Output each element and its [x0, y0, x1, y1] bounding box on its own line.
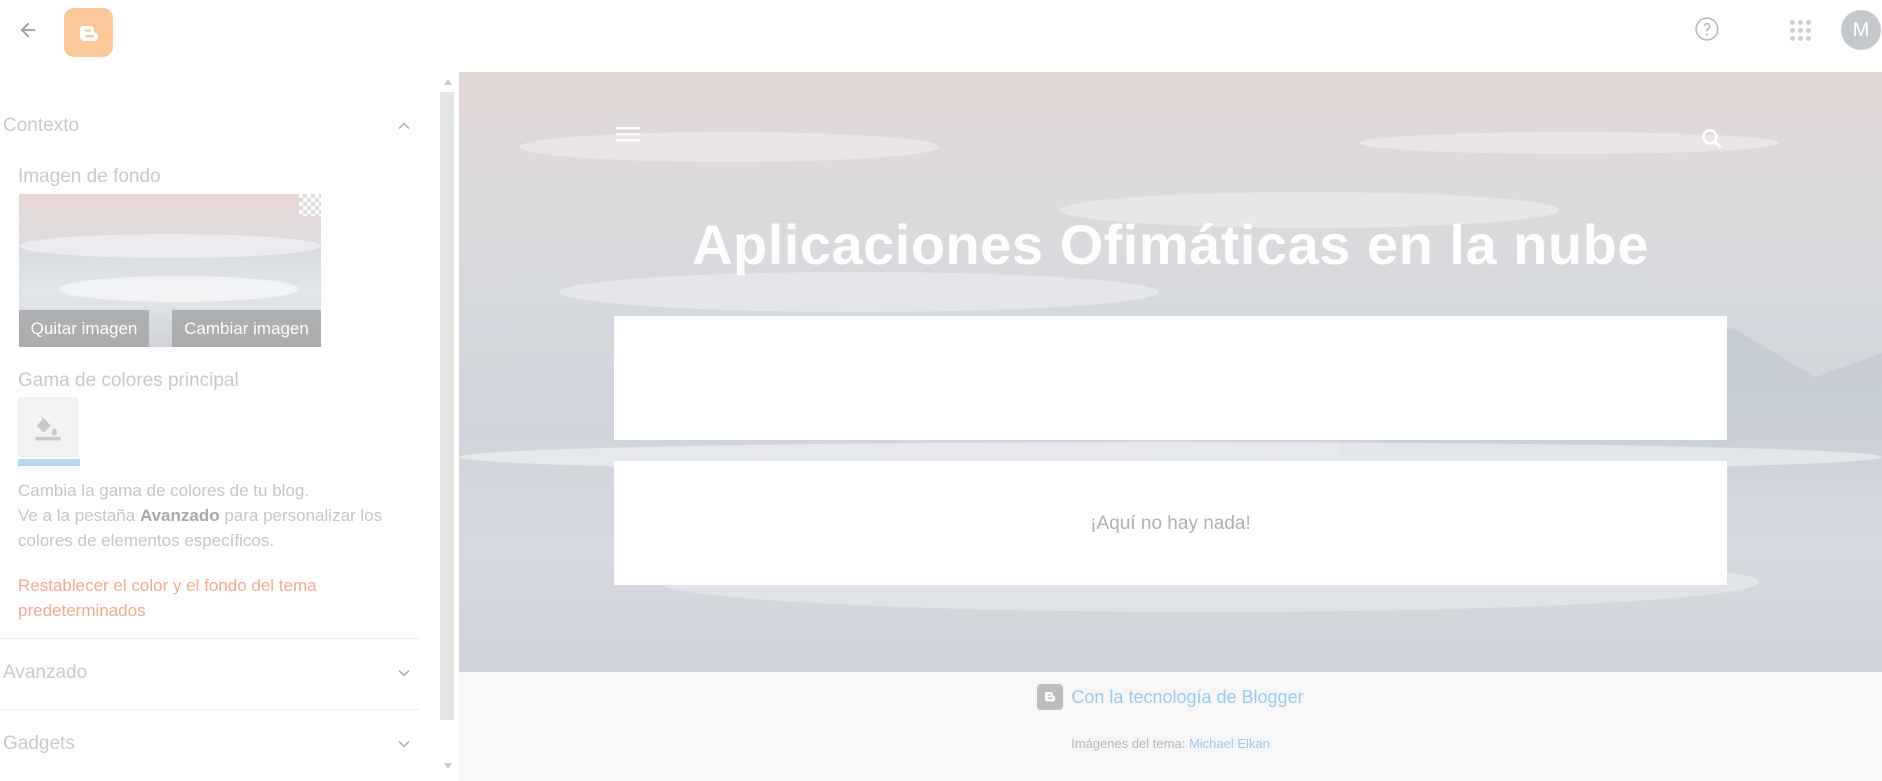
credit-prefix: Imágenes del tema: — [1071, 736, 1186, 751]
powered-by-blogger: Con la tecnología de Blogger — [459, 684, 1882, 710]
top-bar: M — [0, 0, 1882, 72]
blogger-logo-icon[interactable] — [64, 8, 113, 57]
chevron-down-icon — [394, 663, 414, 683]
background-image-label: Imagen de fondo — [18, 166, 161, 187]
content-card — [614, 316, 1727, 440]
color-scheme-swatch[interactable] — [18, 397, 78, 457]
section-divider — [0, 638, 420, 639]
sidebar-scrollbar[interactable] — [438, 72, 458, 781]
remove-image-button[interactable]: Quitar imagen — [19, 310, 149, 347]
color-scheme-indicator — [18, 459, 80, 466]
change-image-button[interactable]: Cambiar imagen — [172, 310, 321, 347]
hamburger-menu-icon[interactable] — [614, 120, 642, 148]
scroll-down-arrow-icon[interactable] — [442, 760, 454, 772]
section-gadgets-title: Gadgets — [3, 733, 75, 754]
powered-by-link[interactable]: Con la tecnología de Blogger — [1071, 687, 1303, 708]
credit-author-link[interactable]: Michael Elkan — [1189, 736, 1270, 751]
theme-image-credit: Imágenes del tema: Michael Elkan — [459, 736, 1882, 751]
search-icon[interactable] — [1697, 124, 1727, 154]
scrollbar-thumb[interactable] — [440, 92, 454, 720]
section-gadgets-header[interactable]: Gadgets — [0, 724, 420, 764]
scroll-up-arrow-icon[interactable] — [442, 76, 454, 88]
avatar[interactable]: M — [1841, 10, 1881, 50]
empty-posts-card: ¡Aquí no hay nada! — [614, 461, 1727, 585]
section-divider — [0, 709, 420, 710]
paint-bucket-icon — [35, 415, 61, 441]
help-line-1: Cambia la gama de colores de tu blog. — [18, 481, 310, 500]
transparency-checker-icon — [299, 194, 321, 216]
theme-settings-sidebar: Contexto Imagen de fondo Quitar imagen C… — [0, 72, 440, 781]
empty-posts-message: ¡Aquí no hay nada! — [1090, 513, 1251, 534]
section-advanced-title: Avanzado — [3, 662, 88, 683]
back-arrow-icon[interactable] — [14, 16, 42, 44]
apps-grid-icon[interactable] — [1786, 16, 1814, 44]
blog-preview: Aplicaciones Ofimáticas en la nube ¡Aquí… — [459, 72, 1882, 781]
reset-theme-colors-link[interactable]: Restablecer el color y el fondo del tema… — [18, 573, 378, 623]
help-icon[interactable] — [1692, 14, 1722, 44]
help-line-2-bold: Avanzado — [139, 506, 220, 525]
blogger-small-logo-icon — [1037, 684, 1064, 710]
chevron-down-icon — [394, 734, 414, 754]
color-scheme-label: Gama de colores principal — [18, 370, 239, 391]
blog-title[interactable]: Aplicaciones Ofimáticas en la nube — [459, 212, 1882, 277]
chevron-up-icon — [394, 116, 414, 136]
help-line-2-pre: Ve a la pestaña — [18, 506, 140, 525]
section-context-header[interactable]: Contexto — [0, 106, 420, 146]
color-scheme-help-text: Cambia la gama de colores de tu blog. Ve… — [18, 478, 398, 553]
section-advanced-header[interactable]: Avanzado — [0, 653, 420, 693]
blog-header-background: Aplicaciones Ofimáticas en la nube ¡Aquí… — [459, 72, 1882, 672]
section-context-title: Contexto — [3, 115, 80, 136]
